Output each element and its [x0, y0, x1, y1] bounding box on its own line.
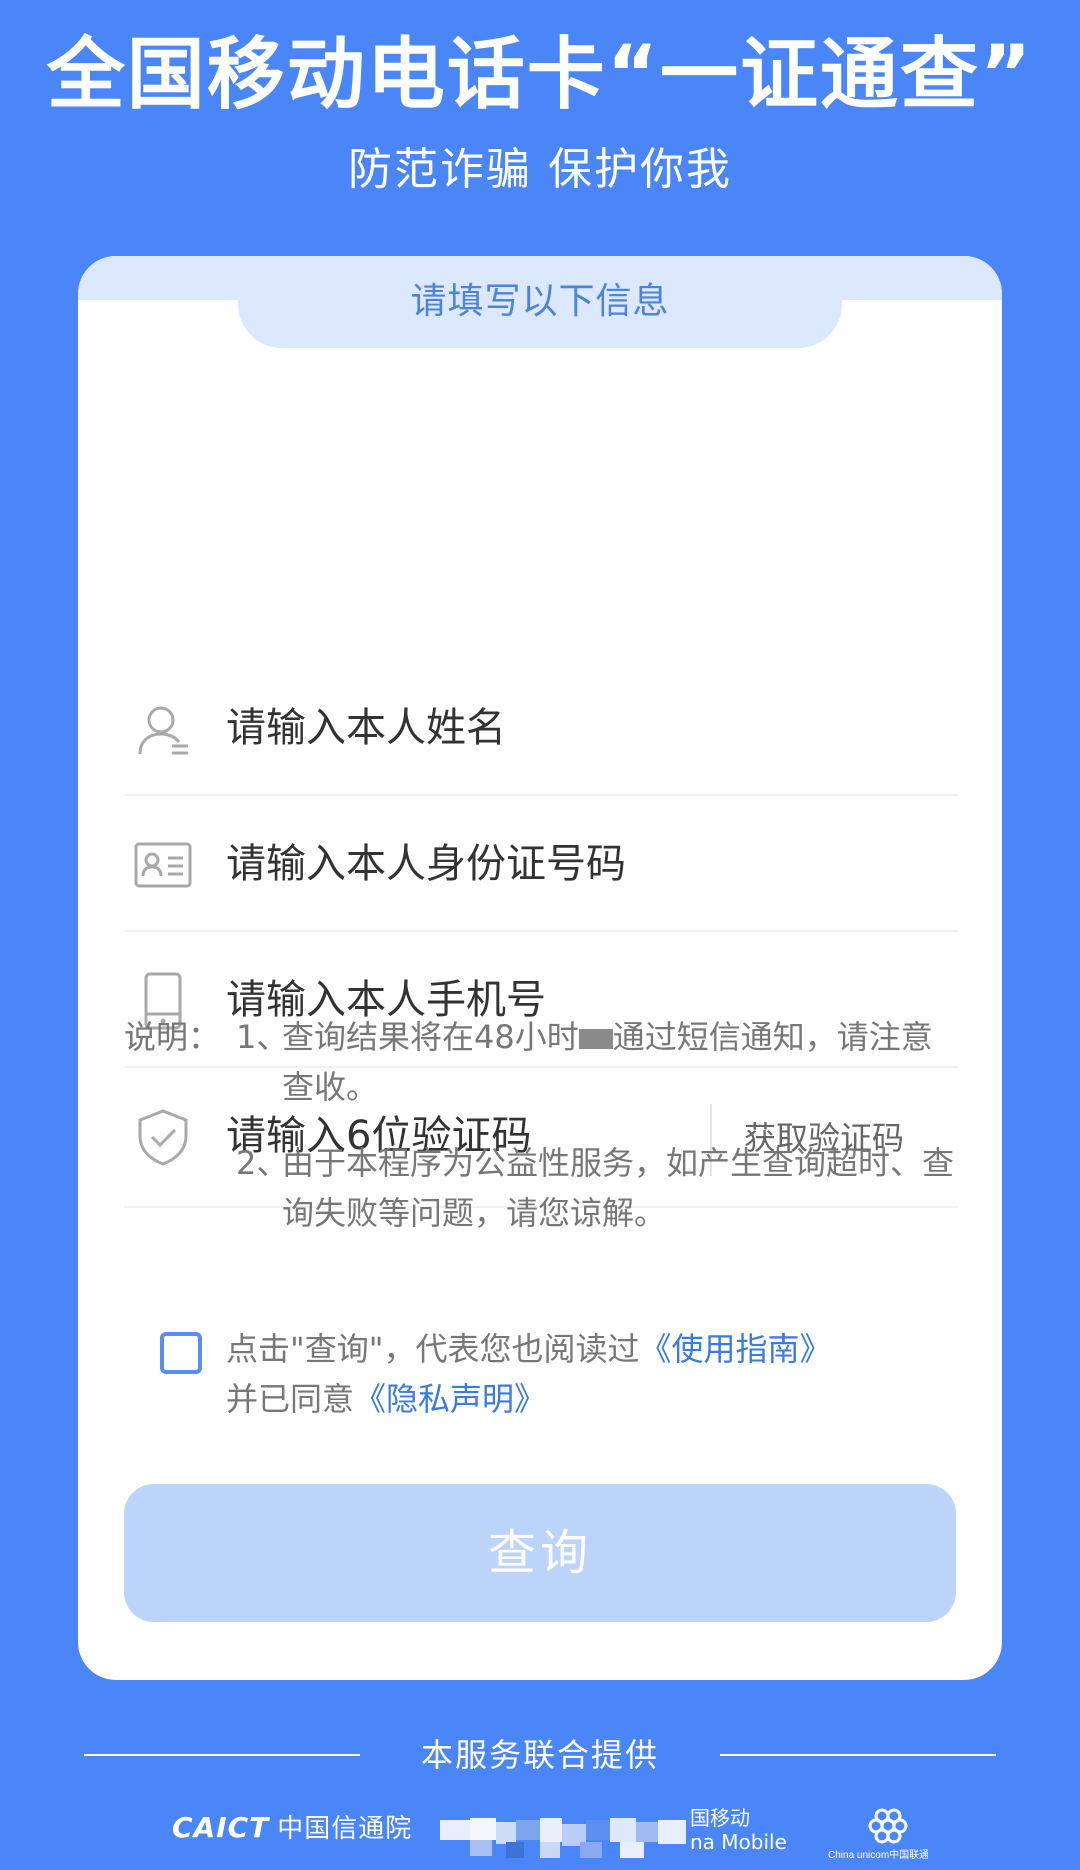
agreement-line-2: 并已同意《隐私声明》 — [226, 1374, 546, 1424]
privacy-policy-link[interactable]: 《隐私声明》 — [354, 1380, 546, 1418]
caict-logo-en: CAICT — [172, 1811, 270, 1844]
card-tab-label: 请填写以下信息 — [410, 281, 670, 322]
page-title: 全国移动电话卡“一证通查” — [46, 30, 1034, 120]
mobile-logo-cn: 国移动 — [690, 1806, 750, 1830]
footer-divider-left — [84, 1754, 360, 1756]
id-field[interactable]: 请输入本人身份证号码 — [124, 796, 958, 932]
name-field[interactable]: 请输入本人姓名 — [124, 660, 958, 796]
notes-label: 说明： — [124, 1018, 221, 1056]
form-card: 请填写以下信息 请输入本人姓名 请输入本人身份证号码 请输入本人手机号 请输入6… — [78, 256, 1002, 1680]
query-button-label: 查询 — [487, 1525, 592, 1581]
agree-checkbox[interactable] — [160, 1332, 202, 1374]
china-unicom-logo: China unicom中国联通 — [828, 1808, 928, 1861]
note-number: 2、 — [236, 1144, 289, 1182]
agreement-line-1: 点击"查询"，代表您也阅读过《使用指南》 — [226, 1324, 831, 1374]
user-icon — [138, 706, 188, 755]
note-item-1: 1、 查询结果将在48小时 通过短信通知，请注意查收。 — [236, 1012, 936, 1112]
query-button[interactable]: 查询 — [124, 1484, 956, 1622]
note-text: 查询结果将在48小时 — [282, 1018, 579, 1056]
name-input[interactable]: 请输入本人姓名 — [226, 700, 506, 756]
agreement-text: 并已同意 — [226, 1380, 355, 1418]
footer-provided-by: 本服务联合提供 — [420, 1736, 659, 1774]
page-subtitle: 防范诈骗 保护你我 — [348, 144, 732, 195]
partner-logos: CAICT 中国信通院 国移动 na Mobile China unicom中国… — [0, 1800, 1080, 1870]
id-card-icon — [134, 842, 192, 888]
footer-divider-right — [720, 1754, 996, 1756]
footer-title: 本服务联合提供 — [0, 1730, 1080, 1780]
note-item-2: 2、 由于本程序为公益性服务，如产生查询超时、查询失败等问题，请您谅解。 — [236, 1138, 956, 1238]
unicom-logo-text: China unicom中国联通 — [828, 1848, 928, 1861]
user-guide-link[interactable]: 《使用指南》 — [639, 1330, 831, 1368]
shield-check-icon — [138, 1109, 188, 1166]
redaction-mark — [578, 1029, 613, 1049]
mobile-logo-en: na Mobile — [690, 1830, 787, 1854]
note-text: 由于本程序为公益性服务，如产生查询超时、查询失败等问题，请您谅解。 — [282, 1144, 955, 1232]
caict-logo-cn: 中国信通院 — [277, 1814, 413, 1844]
blurred-logo — [440, 1818, 686, 1858]
note-number: 1、 — [236, 1018, 289, 1056]
agreement-text: 点击"查询"，代表您也阅读过 — [226, 1330, 640, 1368]
china-mobile-logo: 国移动 na Mobile — [690, 1806, 787, 1854]
card-tab: 请填写以下信息 — [238, 256, 842, 348]
caict-logo: CAICT 中国信通院 — [172, 1808, 412, 1845]
id-number-input[interactable]: 请输入本人身份证号码 — [226, 836, 626, 892]
